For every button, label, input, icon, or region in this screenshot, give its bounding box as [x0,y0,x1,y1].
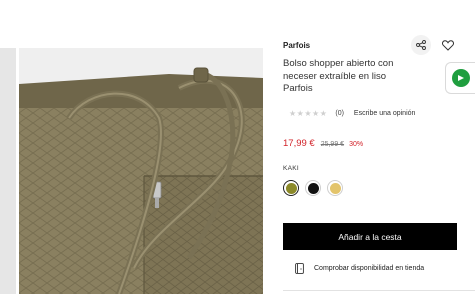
color-swatches [283,180,343,196]
store-availability-label: Comprobar disponibilidad en tienda [314,265,425,272]
heart-icon [442,39,454,51]
color-label: KAKI [283,165,300,172]
swatch-kaki-color [285,182,297,194]
swatch-kaki[interactable] [283,180,299,196]
divider [283,290,475,291]
product-main-image[interactable] [19,48,263,294]
swatch-yellow-color [329,182,341,194]
review-count: (0) [335,110,344,117]
product-title: Bolso shopper abierto con neceser extraí… [283,58,394,95]
swatch-yellow[interactable] [327,180,343,196]
product-brand[interactable]: Parfois [283,41,310,50]
store-availability-link[interactable]: Comprobar disponibilidad en tienda [295,263,424,274]
croc-bag-photo [19,48,263,294]
swatch-black[interactable] [305,180,321,196]
add-to-cart-button[interactable]: Añadir a la cesta [283,223,457,250]
current-price: 17,99 € [283,138,315,149]
original-price: 25,99 € [320,141,345,148]
store-icon [295,263,304,274]
wishlist-button[interactable] [438,35,458,55]
write-review-link[interactable]: Escribe una opinión [354,110,416,117]
share-button[interactable] [411,35,431,55]
share-icon [416,40,426,50]
thumbnail-strip[interactable] [0,48,16,294]
rating-stars: ★★★★★ [289,109,328,118]
chat-widget-button[interactable] [445,62,475,94]
chat-icon [451,69,470,87]
swatch-black-color [307,182,319,194]
discount-badge: 30% [349,141,364,148]
price-row: 17,99 € 25,99 € 30% [283,138,363,149]
rating-row: ★★★★★ (0) Escribe una opinión [289,109,415,118]
